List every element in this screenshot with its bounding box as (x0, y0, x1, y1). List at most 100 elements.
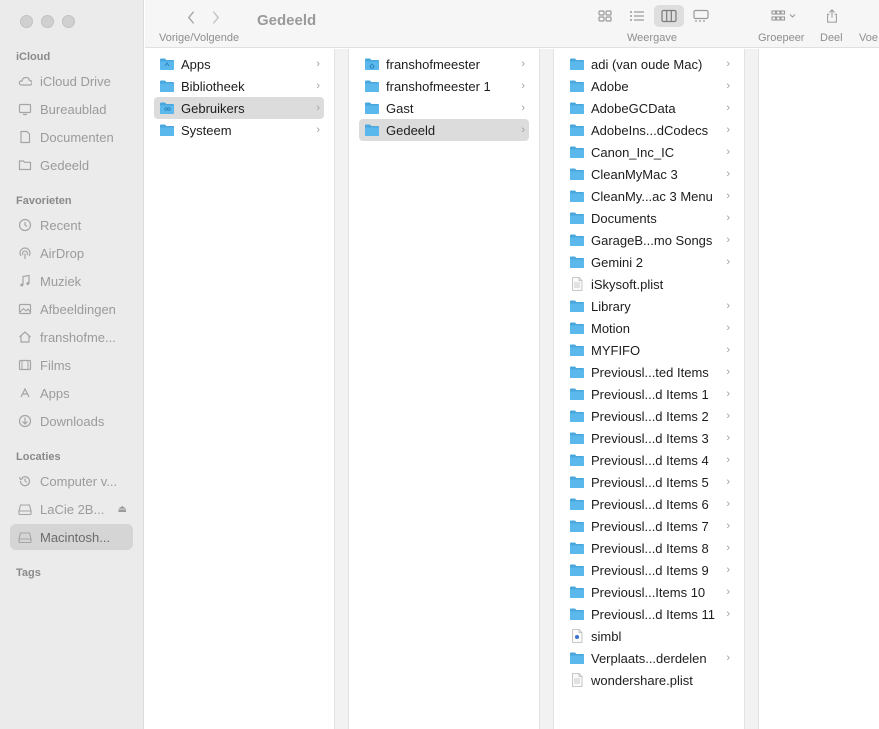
item-name: Library (591, 298, 631, 314)
sidebar-item[interactable]: Documenten (10, 124, 133, 150)
folder-row[interactable]: Previousl...d Items 7 › (564, 515, 734, 537)
group-button[interactable] (765, 5, 803, 27)
folder-row[interactable]: Gebruikers › (154, 97, 324, 119)
sidebar-item[interactable]: Films (10, 352, 133, 378)
column-divider[interactable] (744, 49, 759, 729)
item-name: CleanMy...ac 3 Menu (591, 188, 713, 204)
folder-row[interactable]: Previousl...d Items 6 › (564, 493, 734, 515)
gallery-icon (693, 9, 709, 22)
file-row[interactable]: iSkysoft.plist (564, 273, 734, 295)
folder-row[interactable]: GarageB...mo Songs › (564, 229, 734, 251)
item-name: Previousl...d Items 1 (591, 386, 709, 402)
folder-icon (159, 79, 175, 93)
close-window-button[interactable] (20, 15, 33, 28)
sidebar-section-header[interactable]: iCloud (16, 51, 50, 63)
forward-button[interactable] (206, 8, 224, 26)
folder-row[interactable]: CleanMy...ac 3 Menu › (564, 185, 734, 207)
sidebar-item-label: Downloads (40, 413, 105, 429)
eject-icon[interactable]: ⏏ (118, 504, 127, 515)
column-divider[interactable] (334, 49, 349, 729)
folder-row[interactable]: Documents › (564, 207, 734, 229)
airdrop-icon (18, 246, 32, 260)
folder-row[interactable]: Previousl...d Items 11 › (564, 603, 734, 625)
chevron-right-icon: › (726, 344, 730, 356)
view-caption: Weergave (627, 32, 677, 44)
sidebar-section-header[interactable]: Tags (16, 567, 41, 579)
share-button[interactable] (817, 5, 847, 27)
folder-row[interactable]: Adobe › (564, 75, 734, 97)
sidebar-item[interactable]: Bureaublad (10, 96, 133, 122)
folder-row[interactable]: Previousl...d Items 3 › (564, 427, 734, 449)
folder-row[interactable]: Systeem › (154, 119, 324, 141)
folder-row[interactable]: Previousl...ted Items › (564, 361, 734, 383)
folder-row[interactable]: adi (van oude Mac) › (564, 53, 734, 75)
column-view-button[interactable] (654, 5, 684, 27)
folder-row[interactable]: Gedeeld › (359, 119, 529, 141)
time-machine-icon (18, 474, 32, 488)
folder-row[interactable]: franshofmeester 1 › (359, 75, 529, 97)
list-view-button[interactable] (622, 5, 652, 27)
sidebar-item[interactable]: Macintosh... (10, 524, 133, 550)
folder-row[interactable]: Gast › (359, 97, 529, 119)
folder-row[interactable]: MYFIFO › (564, 339, 734, 361)
folder-row[interactable]: Previousl...d Items 8 › (564, 537, 734, 559)
sidebar-item[interactable]: Computer v... (10, 468, 133, 494)
item-name: Previousl...d Items 6 (591, 496, 709, 512)
chevron-right-icon: › (726, 520, 730, 532)
sidebar-section-header[interactable]: Favorieten (16, 195, 72, 207)
folder-row[interactable]: Bibliotheek › (154, 75, 324, 97)
gallery-view-button[interactable] (686, 5, 716, 27)
sidebar-item-label: Bureaublad (40, 101, 107, 117)
zoom-window-button[interactable] (62, 15, 75, 28)
sidebar-section-header[interactable]: Locaties (16, 451, 61, 463)
back-button[interactable] (182, 8, 200, 26)
minimize-window-button[interactable] (41, 15, 54, 28)
folder-icon (569, 79, 585, 93)
sidebar-item[interactable]: Gedeeld (10, 152, 133, 178)
sidebar-item-label: franshofme... (40, 329, 116, 345)
sidebar-item[interactable]: Recent (10, 212, 133, 238)
folder-row[interactable]: CleanMyMac 3 › (564, 163, 734, 185)
folder-row[interactable]: Apps › (154, 53, 324, 75)
sidebar-item[interactable]: franshofme... (10, 324, 133, 350)
folder-row[interactable]: franshofmeester › (359, 53, 529, 75)
folder-row[interactable]: Previousl...Items 10 › (564, 581, 734, 603)
sidebar-item[interactable]: iCloud Drive (10, 68, 133, 94)
icon-view-button[interactable] (590, 5, 620, 27)
chevron-right-icon: › (726, 124, 730, 136)
music-note-icon (18, 274, 32, 288)
item-name: Motion (591, 320, 631, 336)
folder-row[interactable]: Previousl...d Items 2 › (564, 405, 734, 427)
folder-row[interactable]: AdobeIns...dCodecs › (564, 119, 734, 141)
item-name: franshofmeester (386, 56, 480, 72)
file-row[interactable]: simbl (564, 625, 734, 647)
chevron-right-icon: › (521, 124, 525, 136)
folder-icon (569, 211, 585, 225)
folder-icon (569, 387, 585, 401)
folder-row[interactable]: Previousl...d Items 1 › (564, 383, 734, 405)
folder-row[interactable]: Previousl...d Items 5 › (564, 471, 734, 493)
folder-row[interactable]: Gemini 2 › (564, 251, 734, 273)
folder-row[interactable]: Previousl...d Items 4 › (564, 449, 734, 471)
folder-row[interactable]: Library › (564, 295, 734, 317)
sidebar-item[interactable]: Afbeeldingen (10, 296, 133, 322)
item-name: Previousl...d Items 2 (591, 408, 709, 424)
column-divider[interactable] (539, 49, 554, 729)
item-name: AdobeGCData (591, 100, 676, 116)
item-name: Apps (181, 56, 211, 72)
folder-icon (569, 145, 585, 159)
sidebar-item[interactable]: Downloads (10, 408, 133, 434)
sidebar-item[interactable]: Apps (10, 380, 133, 406)
folder-row[interactable]: Verplaats...derdelen › (564, 647, 734, 669)
sidebar-item[interactable]: Muziek (10, 268, 133, 294)
sidebar-item[interactable]: AirDrop (10, 240, 133, 266)
folder-row[interactable]: Previousl...d Items 9 › (564, 559, 734, 581)
folder-row[interactable]: Motion › (564, 317, 734, 339)
item-name: simbl (591, 628, 622, 644)
folder-icon (569, 123, 585, 137)
sidebar-item[interactable]: LaCie 2B... ⏏ (10, 496, 133, 522)
folder-icon (569, 365, 585, 379)
folder-row[interactable]: AdobeGCData › (564, 97, 734, 119)
file-row[interactable]: wondershare.plist (564, 669, 734, 691)
folder-row[interactable]: Canon_Inc_IC › (564, 141, 734, 163)
